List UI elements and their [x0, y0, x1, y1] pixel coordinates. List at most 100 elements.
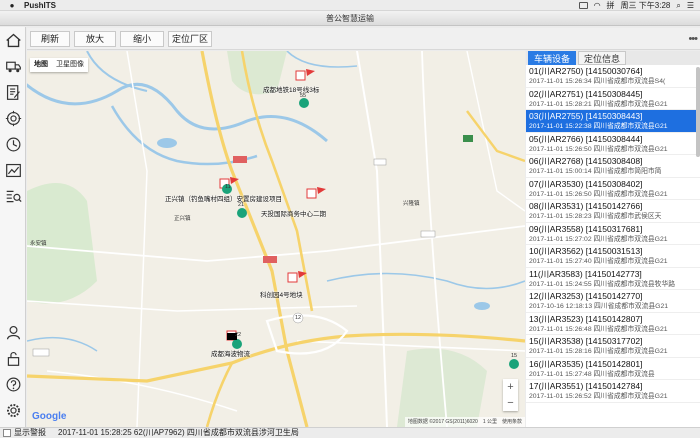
map-canvas [27, 51, 525, 427]
vehicle-id: 05(川AR2766) [14150308444] [529, 133, 643, 144]
lock-button[interactable] [3, 348, 23, 368]
vehicle-position: 2017-11-01 15:26:48 四川省成都市双流县G21 [529, 325, 668, 333]
clock-icon [6, 137, 20, 151]
vehicle-id: 10(川AR3562) [14150031513] [529, 246, 643, 256]
chart-button[interactable] [3, 160, 23, 180]
home-button[interactable] [3, 30, 23, 50]
status-bar: 显示警报 2017-11-01 15:28:25 62(川AP7962) 四川省… [0, 427, 700, 438]
town-label: 兴隆镇 [403, 201, 420, 207]
app-name-menu[interactable]: PushITS [24, 1, 56, 10]
place-label[interactable]: 天投国际商务中心二期 [261, 208, 326, 218]
google-logo: Google [32, 411, 67, 422]
vehicle-list-scrollbar[interactable] [696, 67, 700, 157]
vehicle-list-item[interactable]: 12(川AR3253) [14150142770] 2017-10-16 12:1… [526, 290, 700, 313]
panel-tabs: 车辆设备 定位信息 [526, 51, 700, 65]
query-button[interactable] [3, 186, 23, 206]
help-button[interactable] [3, 374, 23, 394]
vehicle-list-item[interactable]: 15(川AR3538) [14150317702] 2017-11-01 15:2… [526, 335, 700, 358]
truck-count: 55 [300, 93, 307, 99]
vehicle-id: 16(川AR3535) [14150142801] [529, 358, 643, 369]
vehicle-list-item[interactable]: 10(川AR3562) [14150031513] 2017-11-01 15:2… [526, 245, 700, 268]
truck-count: 11 [225, 184, 231, 190]
truck-count: 22 [235, 332, 242, 338]
vehicle-position: 2017-11-01 15:28:16 四川省成都市双流县G21 [529, 348, 668, 355]
map-view[interactable]: 地图 卫星图像 成都地铁18号线3标 正兴镇（钓鱼嘴村四组）安置房建设项目 天投… [27, 51, 525, 427]
map-zoom-in-button[interactable]: + [503, 379, 518, 395]
target-button[interactable] [3, 108, 23, 128]
vehicle-position: 2017-11-01 15:26:50 四川省成都市双流县G21 [529, 190, 668, 198]
menu-list-icon[interactable]: ☰ [687, 1, 694, 10]
vehicle-id: 01(川AR2750) [14150030764] [529, 66, 643, 76]
truck-count: 21 [238, 202, 245, 208]
settings-button[interactable] [3, 400, 23, 420]
vehicle-list[interactable]: 01(川AR2750) [14150030764] 2017-11-01 15:2… [526, 65, 700, 403]
refresh-button[interactable]: 刷新 [30, 31, 70, 47]
show-alarm-label[interactable]: 显示警报 [14, 428, 46, 438]
search-icon[interactable]: ⌕ [676, 1, 680, 11]
truck-count: 12 [295, 315, 302, 321]
map-type-map[interactable]: 地图 [30, 58, 52, 72]
menu-extras: ◠ 拼 周三 下午3:28 ⌕ ☰ [578, 0, 694, 11]
tab-vehicles[interactable]: 车辆设备 [528, 51, 577, 65]
vehicle-panel: 车辆设备 定位信息 01(川AR2750) [14150030764] 2017-… [526, 51, 700, 427]
truck-button[interactable] [3, 56, 23, 76]
tab-location[interactable]: 定位信息 [578, 51, 627, 65]
edit-document-icon [6, 84, 20, 100]
vehicle-list-item[interactable]: 16(川AR3535) [14150142801] 2017-11-01 15:2… [526, 358, 700, 380]
vehicle-position: 2017-11-01 15:22:38 四川省成都市双流县G21 [529, 123, 668, 130]
show-alarm-checkbox[interactable] [3, 429, 11, 437]
more-options-icon[interactable]: ••• [688, 33, 698, 45]
place-label[interactable]: 科创园4号地块 [260, 289, 303, 299]
vehicle-position: 2017-11-01 15:00:14 四川省成都市简阳市简 [529, 168, 662, 175]
zoom-out-button[interactable]: 缩小 [120, 31, 164, 47]
map-attribution[interactable]: 地图数据 ©2017 GS(2011)6020 1 公里 使用条款 [404, 417, 525, 427]
apple-menu-icon[interactable]: ● [6, 1, 18, 10]
clock[interactable]: 周三 下午3:28 [621, 0, 671, 11]
vehicle-position: 2017-10-16 12:18:13 四川省成都市双流县G21 [529, 303, 669, 310]
vehicle-list-item[interactable]: 05(川AR2766) [14150308444] 2017-11-01 15:2… [526, 133, 700, 155]
toolbar: 刷新 放大 缩小 定位厂区 ••• [27, 28, 700, 50]
vehicle-list-item[interactable]: 17(川AR3551) [14150142784] 2017-11-01 15:2… [526, 380, 700, 403]
vehicle-list-item[interactable]: 13(川AR3523) [14150142807] 2017-11-01 15:2… [526, 313, 700, 335]
vehicle-id: 06(川AR2768) [14150308408] [529, 156, 643, 166]
left-sidebar [0, 27, 26, 427]
vehicle-list-item[interactable]: 07(川AR3530) [14150308402] 2017-11-01 15:2… [526, 178, 700, 200]
history-button[interactable] [3, 134, 23, 154]
list-search-icon [6, 190, 22, 202]
place-label[interactable]: 成都地铁18号线3标 [263, 84, 319, 94]
map-type-toggle: 地图 卫星图像 [30, 58, 88, 72]
vehicle-id: 07(川AR3530) [14150308402] [529, 178, 643, 189]
vehicle-list-item[interactable]: 03(川AR2755) [14150308443] 2017-11-01 15:2… [526, 110, 700, 133]
vehicle-position: 2017-11-01 15:28:21 四川省成都市双流县G21 [529, 100, 668, 108]
home-icon [5, 33, 21, 47]
vehicle-list-item[interactable]: 06(川AR2768) [14150308408] 2017-11-01 15:0… [526, 155, 700, 178]
vehicle-list-item[interactable]: 11(川AR3583) [14150142773] 2017-11-01 15:2… [526, 268, 700, 290]
vehicle-id: 12(川AR3253) [14150142770] [529, 291, 643, 301]
wifi-icon[interactable]: ◠ [594, 1, 601, 10]
menu-bar: ● PushITS ◠ 拼 周三 下午3:28 ⌕ ☰ [0, 0, 700, 11]
vehicle-position: 2017-11-01 15:26:52 四川省成都市双流县G21 [529, 393, 668, 400]
lock-icon [7, 351, 19, 366]
vehicle-list-item[interactable]: 01(川AR2750) [14150030764] 2017-11-01 15:2… [526, 65, 700, 88]
vehicle-id: 09(川AR3558) [14150317681] [529, 223, 643, 234]
vehicle-list-item[interactable]: 08(川AR3531) [14150142766] 2017-11-01 15:2… [526, 200, 700, 223]
window-title: 普公智慧运输 [326, 14, 374, 23]
zoom-in-button[interactable]: 放大 [74, 31, 116, 47]
vehicle-position: 2017-11-01 15:28:23 四川省成都市武侯区天 [529, 213, 662, 220]
locate-factory-button[interactable]: 定位厂区 [168, 31, 212, 47]
window-title-bar: 普公智慧运输 [0, 11, 700, 26]
map-zoom-control: + − [503, 379, 518, 411]
input-method-icon[interactable]: 拼 [607, 0, 615, 11]
map-zoom-out-button[interactable]: − [503, 395, 518, 411]
report-button[interactable] [3, 82, 23, 102]
map-type-satellite[interactable]: 卫星图像 [52, 58, 88, 72]
vehicle-list-item[interactable]: 02(川AR2751) [14150308445] 2017-11-01 15:2… [526, 88, 700, 110]
vehicle-position: 2017-11-01 15:26:34 四川省成都市双流县S4( [529, 78, 666, 85]
vehicle-list-item[interactable]: 09(川AR3558) [14150317681] 2017-11-01 15:2… [526, 223, 700, 245]
screen-icon[interactable] [578, 2, 588, 9]
user-button[interactable] [3, 322, 23, 342]
vehicle-id: 03(川AR2755) [14150308443] [529, 111, 643, 121]
vehicle-id: 08(川AR3531) [14150142766] [529, 201, 643, 211]
place-label[interactable]: 成都海波物流 [211, 348, 250, 358]
place-label[interactable]: 正兴镇（钓鱼嘴村四组）安置房建设项目 [165, 193, 282, 203]
